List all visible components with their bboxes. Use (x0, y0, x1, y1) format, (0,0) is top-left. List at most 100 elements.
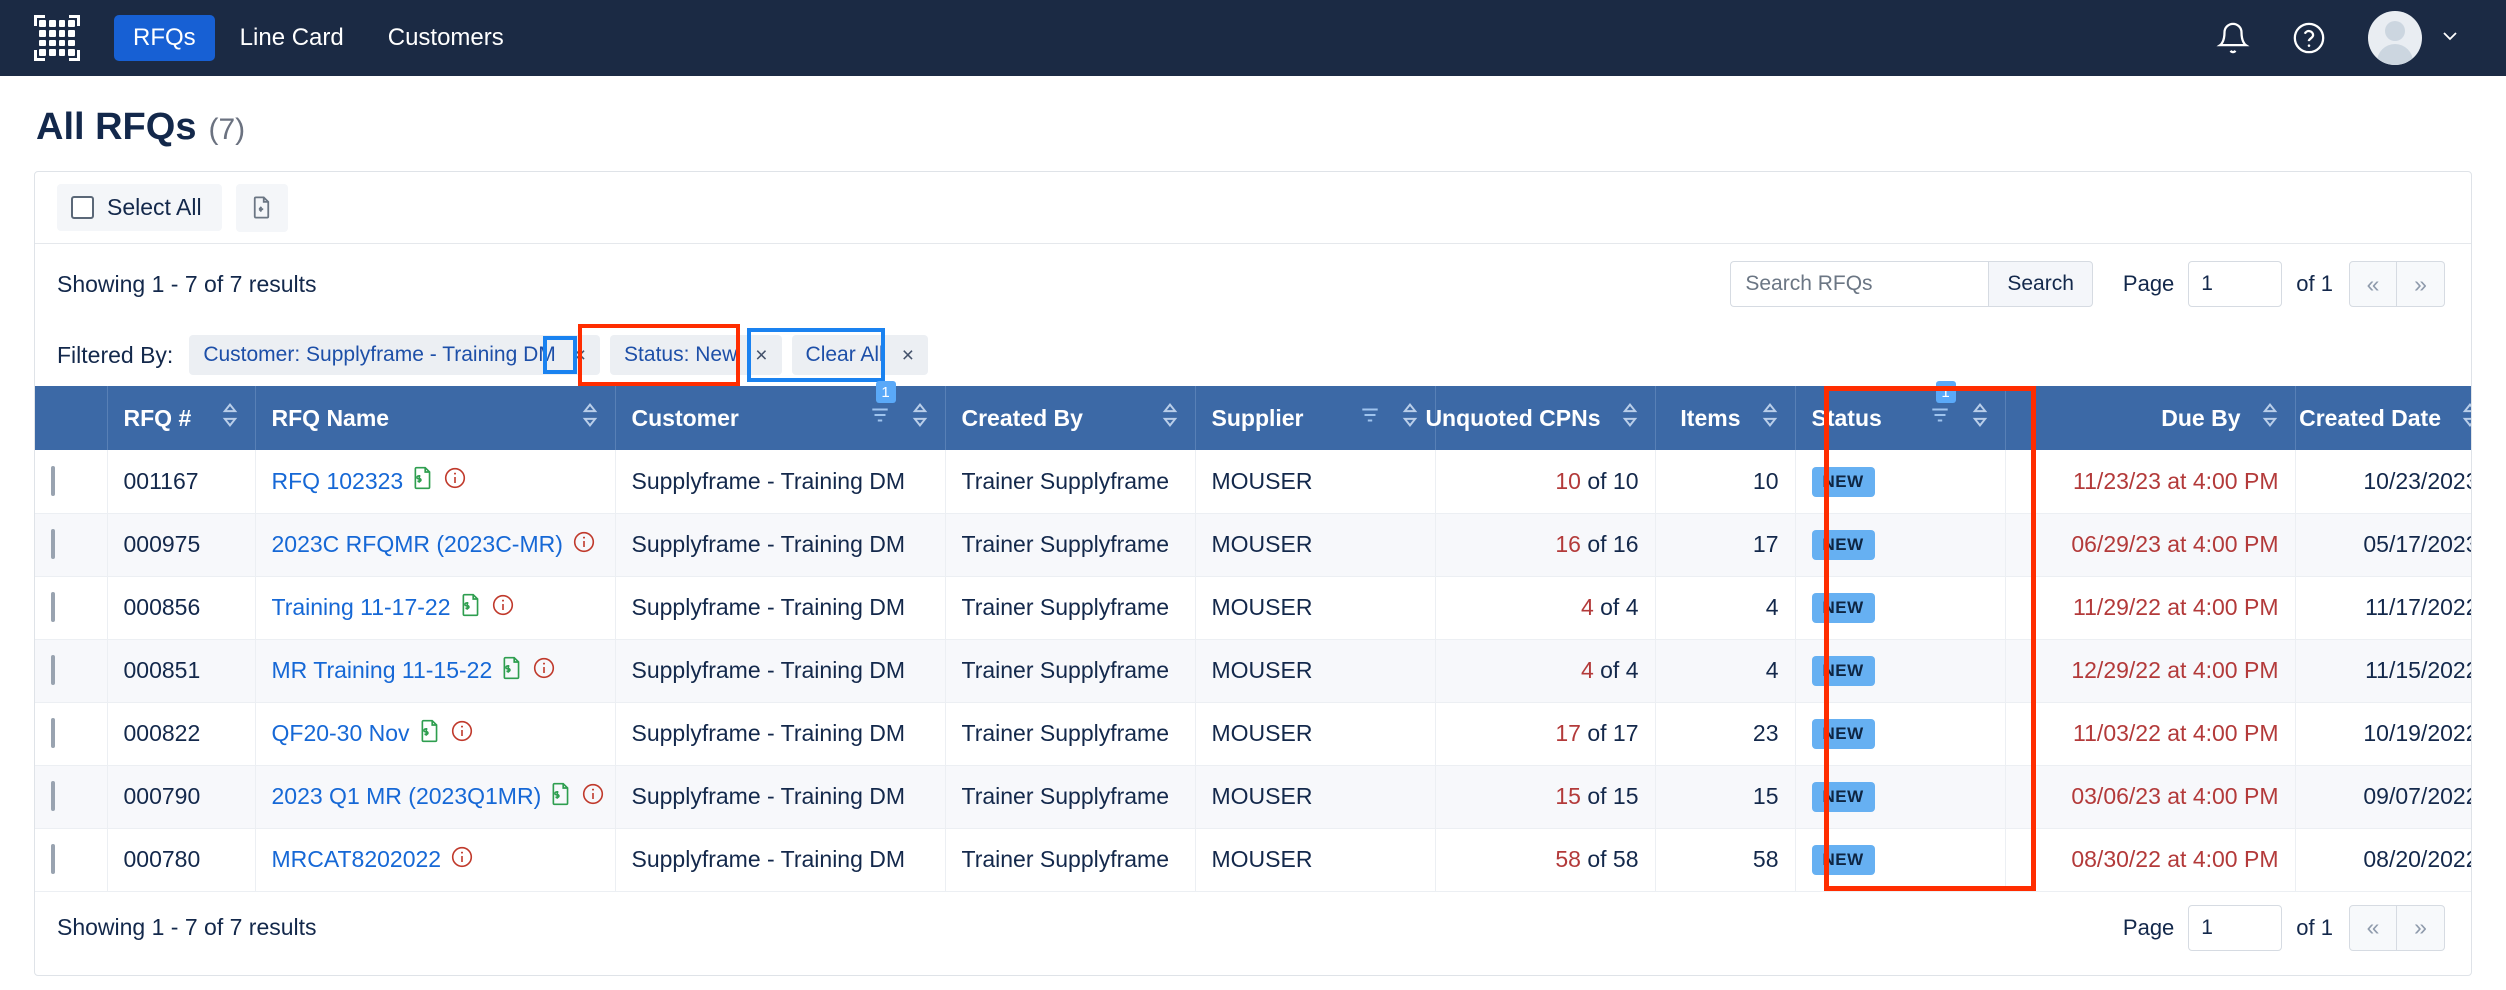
row-checkbox[interactable] (51, 655, 55, 685)
quote-document-icon[interactable] (550, 782, 572, 812)
rfq-name-link[interactable]: 2023 Q1 MR (2023Q1MR) (272, 783, 542, 810)
cell-created-date: 05/17/2023 (2295, 513, 2471, 577)
row-checkbox[interactable] (51, 465, 55, 496)
page-number-input-top[interactable] (2188, 261, 2283, 307)
select-all-button[interactable]: Select All (57, 184, 222, 231)
row-checkbox-cell[interactable] (35, 576, 108, 640)
filter-chip-customer-remove-icon[interactable]: × (566, 345, 594, 366)
grid-logo-icon[interactable] (34, 15, 80, 61)
info-circle-icon[interactable] (443, 466, 467, 496)
th-status[interactable]: Status 1 (1795, 381, 2006, 450)
rfq-name-link[interactable]: RFQ 102323 (272, 468, 404, 495)
table-row[interactable]: 000822 QF20-30 Nov Supplyframe - Training … (35, 702, 2471, 766)
nav-item-customers[interactable]: Customers (369, 15, 523, 61)
info-circle-icon[interactable] (572, 530, 596, 560)
cell-due-by: 12/29/22 at 4:00 PM (2005, 639, 2296, 703)
next-page-button-top[interactable]: » (2397, 261, 2445, 307)
th-unquoted-cpns-label: Unquoted CPNs (1425, 404, 1601, 431)
nav-item-rfqs[interactable]: RFQs (114, 15, 215, 61)
bell-icon[interactable] (2216, 21, 2250, 55)
cell-supplier: MOUSER (1195, 702, 1436, 766)
cell-supplier: MOUSER (1195, 828, 1436, 892)
filter-icon[interactable]: 1 (1929, 381, 1956, 432)
row-checkbox-cell[interactable] (35, 702, 108, 766)
row-checkbox[interactable] (51, 718, 55, 748)
sort-icon[interactable] (1621, 402, 1639, 434)
user-menu[interactable] (2368, 11, 2462, 65)
rfq-name-link[interactable]: Training 11-17-22 (272, 594, 451, 621)
search-input[interactable] (1730, 261, 1989, 307)
sort-icon[interactable] (1401, 402, 1419, 434)
info-circle-icon[interactable] (450, 719, 474, 749)
select-all-checkbox[interactable] (71, 196, 94, 219)
rfq-name-link[interactable]: QF20-30 Nov (272, 720, 410, 747)
row-checkbox[interactable] (51, 529, 55, 559)
search-button[interactable]: Search (1988, 261, 2093, 307)
quote-document-icon[interactable] (460, 593, 482, 623)
page-number-input-bottom[interactable] (2188, 904, 2283, 951)
nav-item-line-card[interactable]: Line Card (221, 15, 363, 61)
filter-chip-status-remove-icon[interactable]: × (747, 345, 775, 366)
quote-document-icon[interactable] (412, 466, 434, 496)
row-checkbox-cell[interactable] (35, 450, 108, 514)
cell-created-date: 11/15/2022 (2295, 639, 2471, 703)
table-row[interactable]: 000780 MRCAT8202022 Supplyframe - Training… (35, 828, 2471, 892)
th-unquoted-cpns[interactable]: Unquoted CPNs (1425, 386, 1656, 450)
filter-chip-customer[interactable]: Customer: Supplyframe - Training DM × (189, 335, 601, 375)
info-circle-icon[interactable] (450, 845, 474, 875)
cell-rfq-name: QF20-30 Nov (255, 702, 616, 766)
th-rfq-name[interactable]: RFQ Name (255, 386, 616, 450)
table-row[interactable]: 000851 MR Training 11-15-22 Supplyframe - … (35, 639, 2471, 703)
sort-icon[interactable] (221, 402, 239, 434)
prev-page-button-top[interactable]: « (2349, 261, 2397, 307)
th-due-by[interactable]: Due By (2005, 386, 2296, 450)
row-checkbox[interactable] (51, 592, 55, 622)
cell-status: NEW (1795, 450, 2006, 514)
th-created-date[interactable]: Created Date (2295, 386, 2471, 450)
next-page-button-bottom[interactable]: » (2397, 904, 2445, 951)
cell-status: NEW (1795, 828, 2006, 892)
clear-all-filters-button[interactable]: Clear All × (791, 335, 928, 375)
row-checkbox-cell[interactable] (35, 513, 108, 577)
clear-all-remove-icon[interactable]: × (894, 345, 922, 366)
th-rfq-number[interactable]: RFQ # (107, 386, 256, 450)
prev-page-button-bottom[interactable]: « (2349, 904, 2397, 951)
row-checkbox-cell[interactable] (35, 639, 108, 703)
table-row[interactable]: 001167 RFQ 102323 Supplyframe - Training D… (35, 450, 2471, 514)
pagination-top: « » (2349, 261, 2445, 307)
row-checkbox[interactable] (51, 844, 55, 874)
chevron-down-icon[interactable] (2438, 24, 2462, 53)
cell-status: NEW (1795, 639, 2006, 703)
filter-icon[interactable] (1359, 404, 1381, 432)
filter-chip-status[interactable]: Status: New × (610, 335, 782, 375)
cell-rfq-name: MR Training 11-15-22 (255, 639, 616, 703)
quote-document-icon[interactable] (501, 656, 523, 686)
th-items[interactable]: Items (1655, 386, 1796, 450)
sort-icon[interactable] (2261, 402, 2279, 434)
table-row[interactable]: 000856 Training 11-17-22 Supplyframe - Tra… (35, 576, 2471, 640)
sort-icon[interactable] (1971, 402, 1989, 434)
export-file-icon[interactable] (235, 183, 288, 232)
rfq-name-link[interactable]: 2023C RFQMR (2023C-MR) (272, 531, 563, 558)
table-row[interactable]: 000975 2023C RFQMR (2023C-MR) Supplyframe … (35, 513, 2471, 577)
sort-icon[interactable] (2461, 402, 2471, 434)
row-checkbox-cell[interactable] (35, 765, 108, 829)
question-circle-icon[interactable] (2292, 21, 2326, 55)
rfq-name-link[interactable]: MR Training 11-15-22 (272, 657, 493, 684)
sort-icon[interactable] (581, 402, 599, 434)
rfq-name-link[interactable]: MRCAT8202022 (272, 846, 442, 873)
quote-document-icon[interactable] (419, 719, 441, 749)
th-created-by[interactable]: Created By (945, 386, 1196, 450)
sort-icon[interactable] (911, 402, 929, 434)
filter-icon[interactable]: 1 (869, 381, 896, 432)
table-row[interactable]: 000790 2023 Q1 MR (2023Q1MR) Supplyframe -… (35, 765, 2471, 829)
info-circle-icon[interactable] (491, 593, 515, 623)
row-checkbox[interactable] (51, 781, 55, 811)
info-circle-icon[interactable] (581, 782, 605, 812)
th-customer[interactable]: Customer 1 (615, 381, 946, 450)
th-supplier[interactable]: Supplier (1195, 386, 1436, 450)
sort-icon[interactable] (1761, 402, 1779, 434)
sort-icon[interactable] (1161, 402, 1179, 434)
info-circle-icon[interactable] (532, 656, 556, 686)
row-checkbox-cell[interactable] (35, 828, 108, 892)
